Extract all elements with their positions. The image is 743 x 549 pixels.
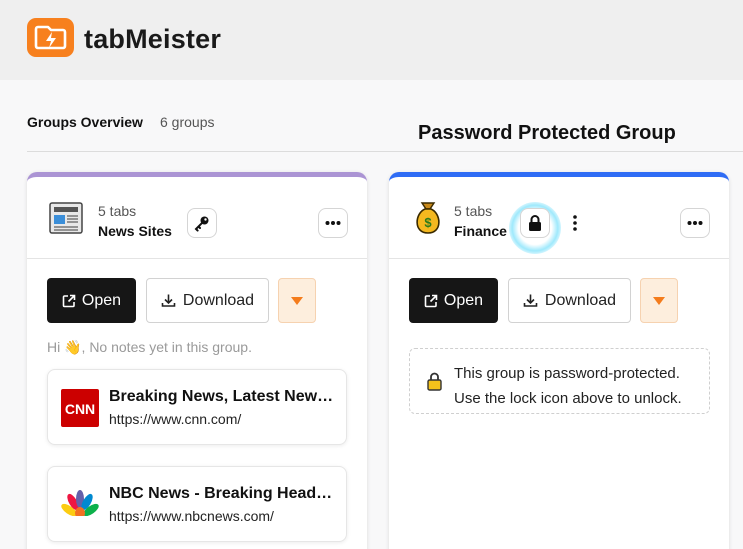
nbc-peacock-icon bbox=[61, 490, 99, 524]
key-button[interactable] bbox=[187, 208, 217, 238]
tab-url: https://www.nbcnews.com/ bbox=[109, 508, 274, 524]
lock-button[interactable] bbox=[520, 208, 550, 238]
key-icon bbox=[194, 216, 209, 232]
app-logo bbox=[27, 18, 74, 57]
more-horizontal-icon bbox=[687, 221, 703, 225]
locked-message-line-2: Use the lock icon above to unlock. bbox=[454, 390, 682, 407]
locked-message-line-1: This group is password-protected. bbox=[454, 365, 680, 382]
open-button[interactable]: Open bbox=[409, 278, 498, 323]
svg-text:$: $ bbox=[424, 215, 432, 230]
page-title: Groups Overview bbox=[27, 114, 143, 130]
vertical-options-button[interactable] bbox=[569, 210, 581, 236]
lock-icon bbox=[529, 215, 541, 231]
group-count: 6 groups bbox=[160, 114, 215, 130]
expand-dropdown-button[interactable] bbox=[278, 278, 316, 323]
newspaper-icon bbox=[49, 202, 83, 234]
download-icon bbox=[523, 294, 538, 307]
money-bag-icon: $ bbox=[416, 202, 440, 234]
app-title: tabMeister bbox=[84, 24, 222, 54]
expand-dropdown-button[interactable] bbox=[640, 278, 678, 323]
top-bar: tabMeister bbox=[0, 0, 743, 80]
open-button[interactable]: Open bbox=[47, 278, 136, 323]
tab-title: Breaking News, Latest News and Videos | … bbox=[109, 388, 334, 405]
password-protected-heading: Password Protected Group bbox=[418, 122, 676, 144]
open-button-label: Open bbox=[81, 291, 122, 309]
lightning-folder-icon bbox=[34, 25, 67, 50]
download-button[interactable]: Download bbox=[146, 278, 269, 323]
group-card-news-sites: 5 tabs News Sites Open Download Hi 👋, No… bbox=[27, 172, 367, 549]
triangle-down-icon bbox=[291, 296, 303, 305]
tab-item[interactable]: CNN Breaking News, Latest News and Video… bbox=[47, 369, 347, 445]
external-link-icon bbox=[62, 294, 76, 307]
open-button-label: Open bbox=[443, 291, 484, 309]
group-notes: Hi 👋, No notes yet in this group. bbox=[47, 339, 252, 355]
external-link-icon bbox=[424, 294, 438, 307]
tab-url: https://www.cnn.com/ bbox=[109, 411, 242, 427]
svg-text:CNN: CNN bbox=[65, 401, 95, 417]
triangle-down-icon bbox=[653, 296, 665, 305]
download-button-label: Download bbox=[182, 291, 255, 309]
divider bbox=[27, 151, 743, 152]
tab-count: 5 tabs bbox=[98, 203, 137, 219]
tab-count: 5 tabs bbox=[454, 203, 493, 219]
more-options-button[interactable] bbox=[680, 208, 710, 238]
tab-item[interactable]: NBC News - Breaking Headlines and Video … bbox=[47, 466, 347, 542]
download-icon bbox=[161, 294, 176, 307]
download-button-label: Download bbox=[544, 291, 617, 309]
group-card-header: 5 tabs News Sites bbox=[27, 177, 367, 259]
group-card-header: $ 5 tabs Finance bbox=[389, 177, 729, 259]
group-card-finance: $ 5 tabs Finance Open Download This grou… bbox=[389, 172, 729, 549]
download-button[interactable]: Download bbox=[508, 278, 631, 323]
more-horizontal-icon bbox=[325, 221, 341, 225]
group-name: News Sites bbox=[98, 223, 172, 239]
group-name: Finance bbox=[454, 223, 507, 239]
locked-message: This group is password-protected. Use th… bbox=[454, 361, 682, 411]
tab-title: NBC News - Breaking Headlines and Video … bbox=[109, 485, 334, 502]
locked-notice: This group is password-protected. Use th… bbox=[409, 348, 710, 414]
padlock-icon bbox=[427, 372, 442, 391]
cnn-logo-icon: CNN bbox=[61, 389, 99, 427]
more-vertical-icon bbox=[573, 215, 577, 231]
more-options-button[interactable] bbox=[318, 208, 348, 238]
